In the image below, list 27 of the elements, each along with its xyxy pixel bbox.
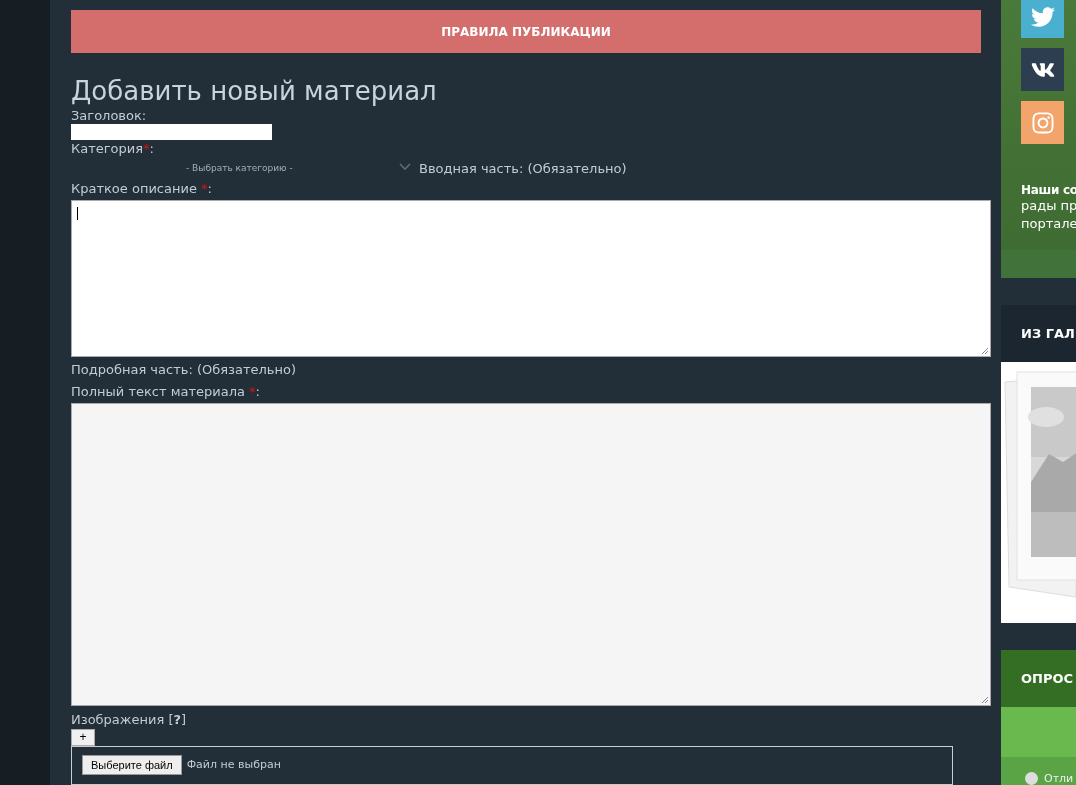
field-label: Заголовок:	[71, 107, 148, 125]
page-heading: Добавить новый материал	[71, 75, 438, 108]
radio-button[interactable]	[1025, 772, 1038, 785]
full-text-field[interactable]	[71, 402, 991, 706]
section-note: Вводная часть: (Обязательно)	[419, 160, 627, 176]
note-text: портале	[1021, 215, 1076, 233]
chevron-down-icon	[399, 163, 411, 172]
choose-file-button[interactable]: Выберите файл	[82, 754, 182, 775]
social-link[interactable]	[1021, 48, 1064, 91]
field-label: Полный текст материала *:	[71, 382, 261, 400]
camera-icon	[1030, 110, 1055, 135]
resize-handle-icon[interactable]	[981, 346, 989, 355]
gallery-header: ИЗ ГАЛ	[1001, 305, 1076, 362]
poll-option: Отли	[1044, 772, 1074, 785]
field-label: Краткое описание *:	[71, 180, 213, 198]
bird-icon	[1030, 4, 1055, 29]
poll-header: ОПРОС	[1001, 650, 1076, 707]
category-select[interactable]: - Выбрать категорию -	[71, 159, 411, 178]
description-field[interactable]	[71, 200, 991, 357]
file-status: Файл не выбран	[186, 757, 281, 771]
add-image-button[interactable]: +	[71, 728, 95, 746]
resize-handle-icon[interactable]	[981, 695, 989, 704]
field-label: Изображения [?]	[71, 710, 188, 728]
section-note: Подробная часть: (Обязательно)	[71, 360, 297, 378]
field-label: Категория*:	[71, 139, 155, 157]
title-field[interactable]	[71, 124, 272, 140]
note-text: рады пр	[1021, 197, 1076, 215]
